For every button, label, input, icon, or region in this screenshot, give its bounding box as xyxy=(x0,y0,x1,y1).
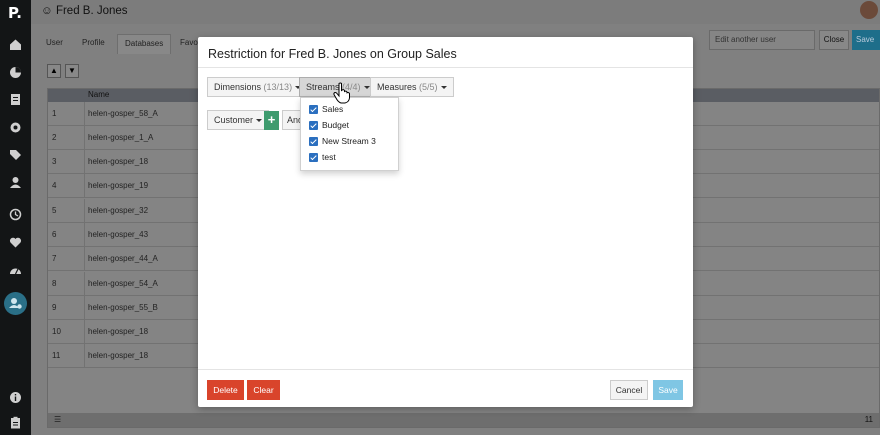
main-sidebar: P. xyxy=(0,0,31,435)
row-name: helen-gosper_55_B xyxy=(88,303,158,312)
row-name: helen-gosper_19 xyxy=(88,181,149,190)
app-header: ☺ Fred B. Jones xyxy=(31,0,880,24)
modal-title: Restriction for Fred B. Jones on Group S… xyxy=(208,47,457,61)
tab-profile[interactable]: Profile xyxy=(75,34,112,54)
stream-option-new-stream-3[interactable]: New Stream 3 xyxy=(309,136,376,150)
stream-label: test xyxy=(322,152,336,162)
stream-option-sales[interactable]: Sales xyxy=(309,104,343,118)
restriction-modal: Restriction for Fred B. Jones on Group S… xyxy=(198,37,693,407)
measures-label: Measures xyxy=(377,82,417,92)
row-name: helen-gosper_18 xyxy=(88,351,149,360)
row-name: helen-gosper_54_A xyxy=(88,279,158,288)
dimensions-count: (13/13) xyxy=(263,82,293,92)
dimensions-dropdown-button[interactable]: Dimensions (13/13) xyxy=(207,77,309,97)
stream-option-budget[interactable]: Budget xyxy=(309,120,349,134)
tag-icon[interactable] xyxy=(9,149,22,162)
customer-dropdown-button[interactable]: Customer xyxy=(207,110,270,130)
delete-button[interactable]: Delete xyxy=(207,380,244,400)
row-name: helen-gosper_18 xyxy=(88,157,149,166)
history-icon[interactable] xyxy=(9,208,22,221)
row-number: 5 xyxy=(52,206,57,215)
heart-icon[interactable] xyxy=(9,236,22,249)
users-admin-icon xyxy=(9,298,22,309)
avatar[interactable] xyxy=(860,1,878,19)
arrow-up-icon[interactable]: ▲ xyxy=(47,64,61,78)
tab-user[interactable]: User xyxy=(39,34,70,54)
row-number: 4 xyxy=(52,181,57,190)
users-admin-button[interactable] xyxy=(4,292,27,315)
row-name: helen-gosper_1_A xyxy=(88,133,154,142)
stream-label: Budget xyxy=(322,120,349,130)
grid-footer: ☰ 11 xyxy=(48,413,879,427)
row-name: helen-gosper_58_A xyxy=(88,109,158,118)
customer-label: Customer xyxy=(214,115,254,125)
chart-icon[interactable] xyxy=(9,66,22,79)
checkbox-checked-icon[interactable] xyxy=(309,105,318,115)
row-number: 9 xyxy=(52,303,57,312)
hand-cursor-icon xyxy=(333,82,350,104)
row-number: 8 xyxy=(52,279,57,288)
checkbox-checked-icon[interactable] xyxy=(309,137,318,147)
row-number: 7 xyxy=(52,254,57,263)
home-icon[interactable] xyxy=(9,38,22,51)
caret-down-icon xyxy=(256,119,263,123)
row-number: 10 xyxy=(52,327,61,336)
clear-button[interactable]: Clear xyxy=(247,380,280,400)
row-number: 2 xyxy=(52,133,57,142)
streams-dropdown-menu: Sales Budget New Stream 3 test xyxy=(300,97,399,171)
dimensions-label: Dimensions xyxy=(214,82,262,92)
measures-dropdown-button[interactable]: Measures (5/5) xyxy=(370,77,454,97)
column-name-header: Name xyxy=(88,90,110,99)
row-number: 3 xyxy=(52,157,57,166)
info-icon[interactable] xyxy=(9,391,22,404)
save-button-top[interactable]: Save xyxy=(852,30,880,50)
document-icon[interactable] xyxy=(9,93,22,106)
close-button[interactable]: Close xyxy=(819,30,849,50)
tab-databases[interactable]: Databases xyxy=(117,34,172,54)
app-logo: P. xyxy=(8,4,22,22)
dashboard-icon[interactable] xyxy=(9,264,22,277)
measures-count: (5/5) xyxy=(419,82,438,92)
row-number: 11 xyxy=(52,351,61,360)
checkbox-checked-icon[interactable] xyxy=(309,153,318,163)
settings-icon[interactable] xyxy=(9,121,22,134)
clipboard-icon[interactable] xyxy=(9,416,22,429)
row-name: helen-gosper_43 xyxy=(88,230,149,239)
layers-icon[interactable]: ☰ xyxy=(54,415,61,424)
stream-option-test[interactable]: test xyxy=(309,152,336,166)
user-icon[interactable] xyxy=(9,176,22,189)
row-name: helen-gosper_44_A xyxy=(88,254,158,263)
row-count: 11 xyxy=(864,415,873,424)
edit-user-input[interactable]: Edit another user xyxy=(709,30,815,50)
stream-label: New Stream 3 xyxy=(322,136,376,146)
row-number: 1 xyxy=(52,109,57,118)
cancel-button[interactable]: Cancel xyxy=(610,380,648,400)
add-filter-button[interactable]: + xyxy=(264,111,279,130)
page-title: ☺ Fred B. Jones xyxy=(41,5,128,17)
caret-down-icon xyxy=(363,86,370,90)
save-button[interactable]: Save xyxy=(653,380,683,400)
user-name: Fred B. Jones xyxy=(55,5,128,17)
caret-down-icon xyxy=(440,86,447,90)
row-number: 6 xyxy=(52,230,57,239)
arrow-down-icon[interactable]: ▼ xyxy=(65,64,79,78)
checkbox-checked-icon[interactable] xyxy=(309,121,318,131)
row-name: helen-gosper_32 xyxy=(88,206,149,215)
and-dropdown-button[interactable]: And xyxy=(282,110,302,130)
row-name: helen-gosper_18 xyxy=(88,327,149,336)
plus-icon: + xyxy=(267,112,276,127)
stream-label: Sales xyxy=(322,104,344,114)
